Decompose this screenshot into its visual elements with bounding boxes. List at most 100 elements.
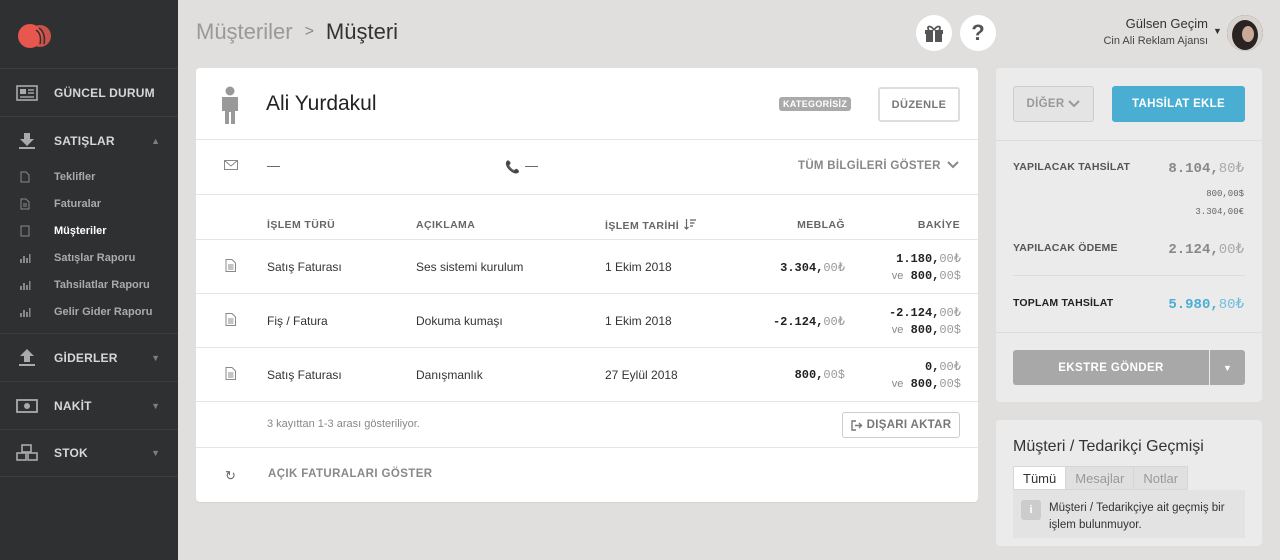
nav-section-label: NAKİT [54, 398, 92, 413]
chevron-down-icon [947, 161, 959, 169]
show-all-info-button[interactable]: TÜM BİLGİLERİ GÖSTER [798, 160, 959, 172]
col-header-amount: MEBLAĞ [797, 219, 845, 231]
history-panel: Müşteri / Tedarikçi Geçmişi Tümü Mesajla… [996, 420, 1262, 546]
breadcrumb-parent-link[interactable]: Müşteriler [196, 19, 293, 45]
phone-icon: 📞 [505, 160, 520, 174]
document-icon [225, 367, 236, 380]
document-icon [20, 198, 30, 210]
document-icon [225, 313, 236, 326]
nav-section-label: STOK [54, 446, 88, 460]
balance-dec: 00$ [939, 377, 961, 391]
page-title: Müşteri [325, 19, 399, 44]
to-collect-value: 8.104,80₺ [1168, 160, 1244, 177]
expenses-upload-icon [19, 348, 35, 366]
col-header-balance: BAKİYE [917, 219, 960, 231]
pagination-info: 3 kayıttan 1-3 arası gösteriliyor. [267, 418, 420, 430]
sort-icon [684, 219, 697, 230]
mail-icon [224, 160, 238, 170]
sidebar-item-label: Teklifler [54, 171, 96, 183]
sidebar-item-customers[interactable]: Müşteriler [0, 218, 178, 244]
person-icon [222, 86, 238, 124]
category-badge: KATEGORİSİZ [779, 97, 852, 111]
document-icon [225, 259, 236, 272]
col-header-date[interactable]: İŞLEM TARİHİ [605, 219, 697, 232]
row-type: Fiş / Fatura [267, 314, 328, 328]
row-date: 1 Ekim 2018 [605, 260, 672, 274]
to-collect-label: YAPILACAK TAHSİLAT [1013, 161, 1131, 173]
col-header-type: İŞLEM TÜRÜ [267, 219, 336, 231]
nav-section-label: SATIŞLAR [54, 133, 115, 148]
nav-section-expenses[interactable]: GİDERLER ▼ [0, 333, 178, 381]
balance-dec: 00$ [939, 323, 961, 337]
summary-panel: DİĞER TAHSİLAT EKLE YAPILACAK TAHSİLAT 8… [996, 68, 1262, 402]
customers-icon [20, 225, 30, 237]
help-button[interactable]: ? [960, 15, 996, 51]
nav-section-dashboard[interactable]: GÜNCEL DURUM [0, 68, 178, 116]
logo-icon[interactable] [16, 20, 54, 50]
sidebar: GÜNCEL DURUM SATIŞLAR ▲ Teklifler Fatura… [0, 0, 178, 560]
bar-chart-icon [20, 254, 31, 263]
sidebar-item-invoices[interactable]: Faturalar [0, 191, 178, 217]
phone-value: — [525, 158, 538, 173]
show-open-invoices-button[interactable]: AÇIK FATURALARI GÖSTER [268, 468, 432, 480]
balance-int: -2.124, [888, 306, 940, 320]
send-statement-button[interactable]: EKSTRE GÖNDER [1013, 350, 1209, 385]
balance-int: 800, [910, 269, 940, 283]
balance-dec: 00₺ [939, 306, 961, 320]
nav-section-sales[interactable]: SATIŞLAR ▲ [0, 116, 178, 164]
row-description: Danışmanlık [416, 368, 483, 382]
nav-section-cash[interactable]: NAKİT ▼ [0, 381, 178, 429]
row-description: Dokuma kumaşı [416, 314, 503, 328]
sign-out-icon [850, 419, 863, 431]
balance-dec: 00$ [939, 269, 961, 283]
breadcrumb-separator: > [304, 23, 314, 40]
send-statement-dropdown-button[interactable]: ▼ [1210, 350, 1245, 385]
sidebar-item-collections-report[interactable]: Tahsilatlar Raporu [0, 272, 178, 298]
balance-int: 800, [910, 323, 940, 337]
caret-down-icon[interactable]: ▼ [1213, 26, 1222, 36]
user-menu[interactable]: Gülsen Geçim Cin Ali Reklam Ajansı [1103, 16, 1208, 47]
customer-card: Ali Yurdakul KATEGORİSİZ DÜZENLE — 📞 — T… [196, 68, 978, 502]
tab-messages[interactable]: Mesajlar [1065, 466, 1135, 490]
sidebar-item-offers[interactable]: Teklifler [0, 164, 178, 190]
add-collection-button[interactable]: TAHSİLAT EKLE [1112, 86, 1245, 122]
chevron-down-icon: ▼ [151, 352, 160, 363]
tab-notes[interactable]: Notlar [1133, 466, 1189, 490]
show-all-label: TÜM BİLGİLERİ GÖSTER [798, 160, 941, 172]
sidebar-item-label: Tahsilatlar Raporu [54, 279, 150, 291]
divider [196, 447, 978, 448]
other-dropdown-button[interactable]: DİĞER [1013, 86, 1094, 122]
divider [196, 293, 978, 294]
divider [196, 401, 978, 402]
divider [1013, 275, 1245, 276]
gift-button[interactable] [916, 15, 952, 51]
help-question-icon: ? [971, 20, 985, 45]
sidebar-item-label: Faturalar [54, 198, 102, 210]
row-type: Satış Faturası [267, 260, 342, 274]
balance-prefix: ve [891, 378, 904, 390]
customer-name: Ali Yurdakul [266, 92, 377, 115]
tab-all[interactable]: Tümü [1013, 466, 1067, 490]
value-dec: 00₺ [1218, 242, 1244, 258]
edit-button[interactable]: DÜZENLE [878, 87, 960, 122]
balance-dec: 00₺ [939, 252, 961, 266]
row-date: 1 Ekim 2018 [605, 314, 672, 328]
col-header-date-label: İŞLEM TARİHİ [605, 220, 680, 232]
balance-int: 1.180, [896, 252, 940, 266]
nav-section-stock[interactable]: STOK ▼ [0, 429, 178, 477]
value-int: 5.980, [1168, 297, 1219, 313]
gift-icon [925, 25, 943, 42]
sidebar-item-income-expense-report[interactable]: Gelir Gider Raporu [0, 299, 178, 325]
amount-dec: 00$ [823, 368, 845, 382]
balance-int: 800, [910, 377, 940, 391]
history-title: Müşteri / Tedarikçi Geçmişi [1013, 438, 1204, 455]
avatar[interactable] [1227, 15, 1263, 51]
row-balance-primary: 1.180,00₺ [896, 251, 961, 266]
sidebar-item-sales-report[interactable]: Satışlar Raporu [0, 245, 178, 271]
refresh-icon: ↻ [225, 468, 236, 483]
chevron-up-icon: ▲ [151, 135, 160, 146]
history-empty-note: i Müşteri / Tedarikçiye ait geçmiş bir i… [1013, 490, 1245, 538]
history-empty-text: Müşteri / Tedarikçiye ait geçmiş bir işl… [1049, 502, 1225, 531]
chevron-down-icon: ▼ [151, 400, 160, 411]
export-button[interactable]: DIŞARI AKTAR [842, 412, 960, 438]
